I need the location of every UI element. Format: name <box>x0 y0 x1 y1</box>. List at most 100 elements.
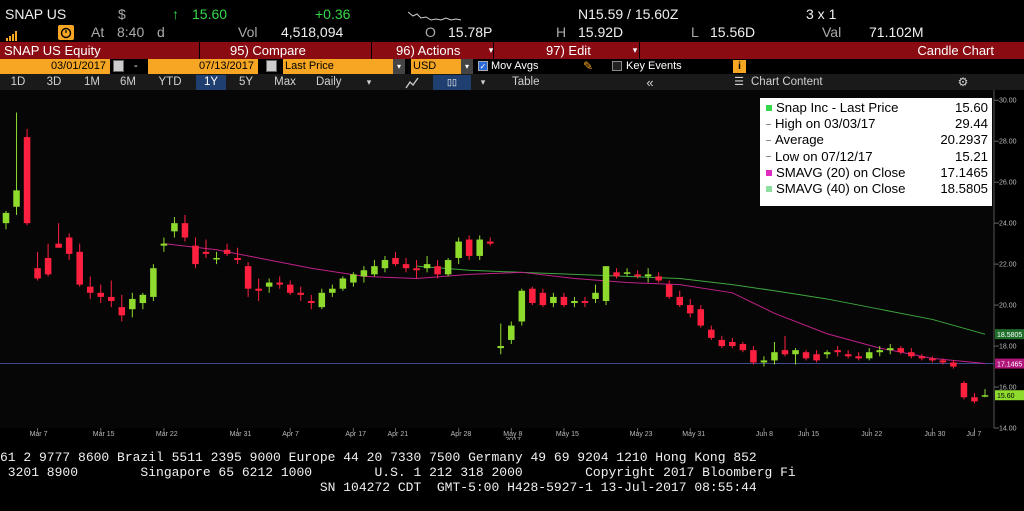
candle-body <box>781 350 789 355</box>
y-tick-label: 20.00 <box>999 303 1017 310</box>
x-tick-label: Apr 21 <box>387 431 408 438</box>
tab-6m[interactable]: 6M <box>114 75 142 90</box>
pencil-icon[interactable]: ✎ <box>583 59 593 74</box>
legend-row-high: High on 03/03/17 29.44 <box>766 116 988 132</box>
candle-body <box>339 278 347 289</box>
candle-body <box>23 137 31 224</box>
candle-body <box>939 360 947 363</box>
candle-body <box>676 296 683 306</box>
candle-body <box>560 296 568 306</box>
start-date-input[interactable]: 03/01/2017 <box>0 59 110 74</box>
candle-body <box>834 350 841 353</box>
calendar-icon[interactable] <box>113 60 124 72</box>
tab-ytd[interactable]: YTD <box>150 75 190 90</box>
y-tick-label: 14.00 <box>999 426 1017 433</box>
x-tick-label: Apr 17 <box>345 431 366 438</box>
x-tick-label: Apr 7 <box>282 431 299 438</box>
candle-body <box>371 266 378 275</box>
legend-swatch <box>766 186 772 193</box>
legend-row-last-price: Snap Inc - Last Price 15.60 <box>766 100 988 116</box>
y-tick-label: 18.00 <box>999 344 1017 351</box>
legend-label: SMAVG (20) on Close <box>776 164 906 180</box>
legend-label: High on 03/03/17 <box>775 116 876 132</box>
y-tick-label: 30.00 <box>999 98 1017 105</box>
tab-1d[interactable]: 1D <box>4 75 32 90</box>
candle-body <box>981 395 989 397</box>
tab-3d[interactable]: 3D <box>40 75 68 90</box>
x-tick-label: Jun 22 <box>861 431 882 438</box>
compare-menu[interactable]: 95) Compare <box>204 42 372 59</box>
chevron-down-icon[interactable]: ▾ <box>461 59 473 74</box>
gear-icon[interactable]: ⚙ <box>955 75 971 90</box>
low-value: 15.56D <box>710 24 756 40</box>
candle-body <box>476 239 483 256</box>
candle-body <box>729 341 736 347</box>
candle-body <box>265 282 273 287</box>
currency-symbol: $ <box>118 6 126 22</box>
candle-body <box>86 286 94 293</box>
tab-max[interactable]: Max <box>268 75 302 90</box>
candle-body <box>181 223 189 238</box>
legend-value: 17.1465 <box>940 164 988 180</box>
candle-body <box>34 268 41 279</box>
calendar-icon[interactable] <box>266 60 277 72</box>
candle-body <box>592 292 599 299</box>
collapse-left-icon[interactable]: « <box>640 75 660 90</box>
field-select[interactable]: Last Price <box>283 59 393 74</box>
candle-body <box>413 268 420 271</box>
candle-body <box>76 251 83 285</box>
table-button[interactable]: Table <box>498 75 564 90</box>
candle-body <box>623 272 631 274</box>
chevron-down-icon[interactable]: ▾ <box>393 59 405 74</box>
candle-body <box>192 245 199 265</box>
candle-body <box>202 251 210 254</box>
chevron-down-icon[interactable]: ▾ <box>476 75 490 90</box>
intraday-sparkline <box>408 11 462 21</box>
currency-select[interactable]: USD <box>411 59 461 74</box>
tab-5y[interactable]: 5Y <box>232 75 260 90</box>
frequency-select[interactable]: Daily <box>310 75 358 90</box>
signal-bars-icon <box>6 28 20 41</box>
key-events-checkbox[interactable] <box>612 61 622 71</box>
edit-dropdown-icon[interactable]: ▾ <box>630 42 640 59</box>
mov-avgs-checkbox[interactable]: ✓ <box>478 61 488 71</box>
candle-body <box>44 257 52 275</box>
x-tick-label: May 23 <box>630 431 653 438</box>
x-tick-label: Jun 8 <box>756 431 773 438</box>
candle-body <box>329 288 336 293</box>
x-tick-label: May 15 <box>556 431 579 438</box>
line-chart-icon[interactable] <box>400 75 424 90</box>
candle-body <box>697 309 705 326</box>
end-date-input[interactable]: 07/13/2017 <box>148 59 258 74</box>
candle-body <box>518 290 526 322</box>
legend-panel: Snap Inc - Last Price 15.60 High on 03/0… <box>760 98 992 206</box>
candle-body <box>2 212 10 224</box>
price-change: +0.36 <box>315 6 351 22</box>
last-price-tag: 15.60 <box>997 393 1015 400</box>
tab-1m[interactable]: 1M <box>78 75 106 90</box>
info-icon[interactable]: i <box>733 60 746 73</box>
security-name[interactable]: SNAP US Equity <box>0 42 200 59</box>
candle-body <box>465 239 473 256</box>
actions-menu[interactable]: 96) Actions <box>376 42 494 59</box>
quote-row: SNAP US $ ↑ 15.60 +0.36 N15.59 / 15.60Z … <box>0 6 1024 26</box>
candle-body <box>634 274 641 277</box>
y-tick-label: 22.00 <box>999 262 1017 269</box>
mov-avgs-label: Mov Avgs <box>491 60 539 72</box>
clock-icon[interactable] <box>58 25 74 40</box>
candle-body <box>318 292 326 308</box>
legend-swatch <box>766 156 771 158</box>
val-label: Val <box>822 24 842 40</box>
edit-menu[interactable]: 97) Edit <box>498 42 640 59</box>
chart-content-label[interactable]: Chart Content <box>748 75 858 90</box>
tab-1y[interactable]: 1Y <box>196 75 226 90</box>
x-tick-label: Mar 31 <box>230 431 252 438</box>
candle-style-icon[interactable]: ▯▯ <box>433 75 471 90</box>
candle-body <box>139 294 147 304</box>
candle-body <box>644 274 652 277</box>
bid-ask-size: 3 x 1 <box>806 6 837 22</box>
actions-dropdown-icon[interactable]: ▾ <box>486 42 496 59</box>
chevron-down-icon[interactable]: ▾ <box>362 75 376 90</box>
open-value: 15.78P <box>448 24 493 40</box>
candle-body <box>792 350 799 355</box>
